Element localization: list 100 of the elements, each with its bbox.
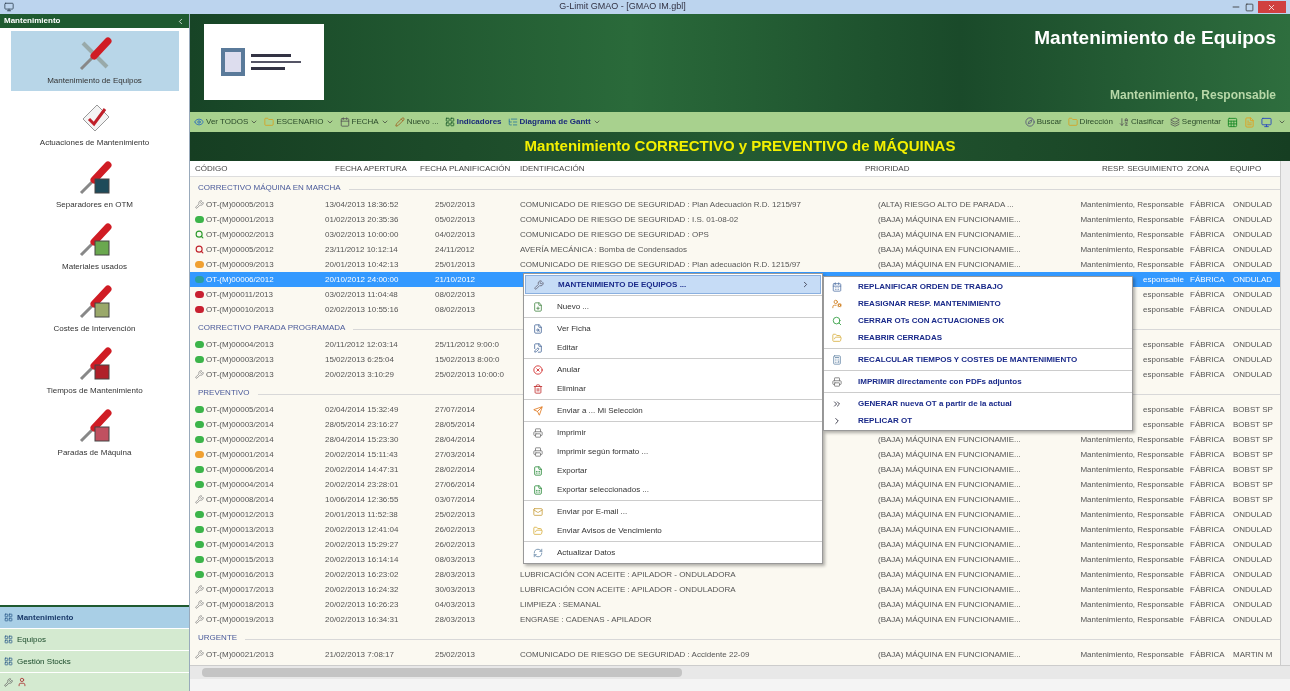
table-cell[interactable]: OT-(M)00003/2014 xyxy=(206,418,274,431)
sidebar-item[interactable]: Paradas de Máquina xyxy=(10,403,179,463)
table-cell[interactable]: OT-(M)00016/2013 xyxy=(206,568,274,581)
menu-item[interactable]: REPLICAR OT xyxy=(824,412,1132,429)
group-header[interactable]: CORRECTIVO MÁQUINA EN MARCHA xyxy=(198,182,341,194)
column-header[interactable]: FECHA PLANIFICACIÓN xyxy=(420,163,511,173)
menu-item[interactable]: Anular xyxy=(525,360,821,379)
table-cell[interactable]: OT-(M)00018/2013 xyxy=(206,598,274,611)
column-header[interactable]: EQUIPO xyxy=(1230,163,1262,173)
menu-item[interactable]: Eliminar xyxy=(525,379,821,398)
table-cell[interactable]: OT-(M)00017/2013 xyxy=(206,583,274,596)
toolbar-button[interactable]: Dirección xyxy=(1079,116,1113,128)
table-cell[interactable]: OT-(M)00006/2014 xyxy=(206,463,274,476)
table-cell: COMUNICADO DE RIESGO DE SEGURIDAD : Plan Adecuación R.D. 1215/97 xyxy=(520,198,801,211)
menu-item[interactable]: Ver Ficha xyxy=(525,319,821,338)
menu-item[interactable]: REABRIR CERRADAS xyxy=(824,329,1132,346)
toolbar-button[interactable]: Clasificar xyxy=(1130,116,1164,128)
menu-item[interactable]: CERRAR OTs CON ACTUACIONES OK xyxy=(824,312,1132,329)
sidebar-item[interactable]: Materiales usados xyxy=(10,217,179,277)
menu-item[interactable]: Nuevo ... xyxy=(525,297,821,316)
table-cell[interactable]: OT-(M)00002/2013 xyxy=(206,228,274,241)
menu-item[interactable]: MANTENIMIENTO DE EQUIPOS ... xyxy=(525,275,821,294)
menu-item[interactable]: RECALCULAR TIEMPOS Y COSTES DE MANTENIMIENTO xyxy=(824,351,1132,368)
table-cell: 28/04/2014 xyxy=(435,433,476,446)
menu-item[interactable]: Enviar por E-mail ... xyxy=(525,502,821,521)
menu-item[interactable]: GENERAR nueva OT a partir de la actual xyxy=(824,395,1132,412)
table-cell: (BAJA) MÁQUINA EN FUNCIONAMIE... xyxy=(878,523,1021,536)
table-cell: 20/02/2014 14:47:31 xyxy=(325,463,399,476)
nav-button[interactable]: Gestión Stocks xyxy=(0,651,189,673)
table-cell[interactable]: OT-(M)00011/2013 xyxy=(206,288,273,301)
toolbar-button[interactable]: Ver TODOS xyxy=(206,116,249,128)
table-cell[interactable]: OT-(M)00012/2013 xyxy=(206,508,274,521)
toolbar-button[interactable]: Buscar xyxy=(1036,116,1062,128)
sidebar-item[interactable]: Costes de Intervención xyxy=(10,279,179,339)
toolbar-button[interactable]: Indicadores xyxy=(456,116,502,128)
sidebar-item[interactable]: Actuaciones de Mantenimiento xyxy=(10,93,179,153)
table-cell[interactable]: OT-(M)00019/2013 xyxy=(206,613,274,626)
table-cell: 20/02/2013 16:14:14 xyxy=(325,553,399,566)
table-cell[interactable]: OT-(M)00002/2014 xyxy=(206,433,274,446)
menu-item[interactable]: IMPRIMIR directamente con PDFs adjuntos xyxy=(824,373,1132,390)
table-cell: 30/03/2013 xyxy=(435,583,476,596)
table-cell: BOBST SP xyxy=(1233,463,1273,476)
table-cell[interactable]: OT-(M)00013/2013 xyxy=(206,523,274,536)
sidebar-item[interactable]: Mantenimiento de Equipos xyxy=(10,31,179,91)
toolbar-button[interactable]: Segmentar xyxy=(1181,116,1221,128)
table-cell: esponsable xyxy=(1143,403,1184,416)
toolbar-button[interactable]: Diagrama de Gantt xyxy=(519,116,591,128)
table-cell[interactable]: OT-(M)00005/2014 xyxy=(206,403,274,416)
table-cell: 20/02/2013 16:23:02 xyxy=(325,568,399,581)
table-cell: ONDULAD xyxy=(1233,288,1273,301)
group-header[interactable]: URGENTE xyxy=(198,632,238,644)
table-cell: MARTIN M xyxy=(1233,648,1273,661)
table-cell[interactable]: OT-(M)00003/2013 xyxy=(206,353,274,366)
menu-item[interactable]: Exportar seleccionados ... xyxy=(525,480,821,499)
table-cell[interactable]: OT-(M)00008/2013 xyxy=(206,368,274,381)
table-cell: Mantenimiento, Responsable xyxy=(1080,198,1184,211)
table-cell: LUBRICACIÓN CON ACEITE : APILADOR - ONDULADORA xyxy=(520,583,736,596)
table-cell[interactable]: OT-(M)00001/2014 xyxy=(206,448,274,461)
table-cell[interactable]: OT-(M)00001/2013 xyxy=(206,213,274,226)
menu-item[interactable]: Editar xyxy=(525,338,821,357)
menu-item[interactable]: Imprimir xyxy=(525,423,821,442)
toolbar-button[interactable]: FECHA xyxy=(351,116,379,128)
menu-item[interactable]: Imprimir según formato ... xyxy=(525,442,821,461)
column-header[interactable]: PRIORIDAD xyxy=(865,163,910,173)
toolbar-button[interactable]: Nuevo ... xyxy=(406,116,439,128)
table-cell: FÁBRICA xyxy=(1190,288,1225,301)
sidebar-item[interactable]: Separadores en OTM xyxy=(10,155,179,215)
table-cell: COMUNICADO DE RIESGO DE SEGURIDAD : OPS xyxy=(520,228,709,241)
table-cell[interactable]: OT-(M)00009/2013 xyxy=(206,258,274,271)
column-header[interactable]: ZONA xyxy=(1187,163,1210,173)
group-header[interactable]: CORRECTIVO PARADA PROGRAMADA xyxy=(198,322,346,334)
table-cell[interactable]: OT-(M)00021/2013 xyxy=(206,648,274,661)
menu-item[interactable]: REASIGNAR RESP. MANTENIMIENTO xyxy=(824,295,1132,312)
nav-button[interactable]: Mantenimiento xyxy=(0,607,189,629)
column-header[interactable]: CÓDIGO xyxy=(195,163,228,173)
menu-item[interactable]: Enviar Avisos de Vencimiento xyxy=(525,521,821,540)
table-cell: ONDULAD xyxy=(1233,583,1273,596)
table-cell[interactable]: OT-(M)00005/2012 xyxy=(206,243,274,256)
table-cell[interactable]: OT-(M)00005/2013 xyxy=(206,198,274,211)
table-cell[interactable]: OT-(M)00010/2013 xyxy=(206,303,274,316)
table-cell[interactable]: OT-(M)00004/2013 xyxy=(206,338,274,351)
table-cell[interactable]: OT-(M)00015/2013 xyxy=(206,553,274,566)
menu-item[interactable]: Exportar xyxy=(525,461,821,480)
table-cell: FÁBRICA xyxy=(1190,418,1225,431)
column-header[interactable]: RESP. SEGUIMIENTO xyxy=(1102,163,1184,173)
column-header[interactable]: FECHA APERTURA xyxy=(335,163,407,173)
table-cell[interactable]: OT-(M)00004/2014 xyxy=(206,478,274,491)
table-cell: (BAJA) MÁQUINA EN FUNCIONAMIE... xyxy=(878,478,1021,491)
table-cell[interactable]: OT-(M)00008/2014 xyxy=(206,493,274,506)
table-cell: FÁBRICA xyxy=(1190,478,1225,491)
sidebar-item[interactable]: Tiempos de Mantenimiento xyxy=(10,341,179,401)
column-header[interactable]: IDENTIFICACIÓN xyxy=(520,163,585,173)
nav-button[interactable]: Equipos xyxy=(0,629,189,651)
menu-item[interactable]: Actualizar Datos xyxy=(525,543,821,562)
menu-item[interactable]: Enviar a ... Mi Selección xyxy=(525,401,821,420)
toolbar-button[interactable]: ESCENARIO xyxy=(276,116,324,128)
group-header[interactable]: PREVENTIVO xyxy=(198,387,250,399)
table-cell[interactable]: OT-(M)00014/2013 xyxy=(206,538,274,551)
table-cell: ONDULAD xyxy=(1233,338,1273,351)
menu-item[interactable]: REPLANIFICAR ORDEN DE TRABAJO xyxy=(824,278,1132,295)
